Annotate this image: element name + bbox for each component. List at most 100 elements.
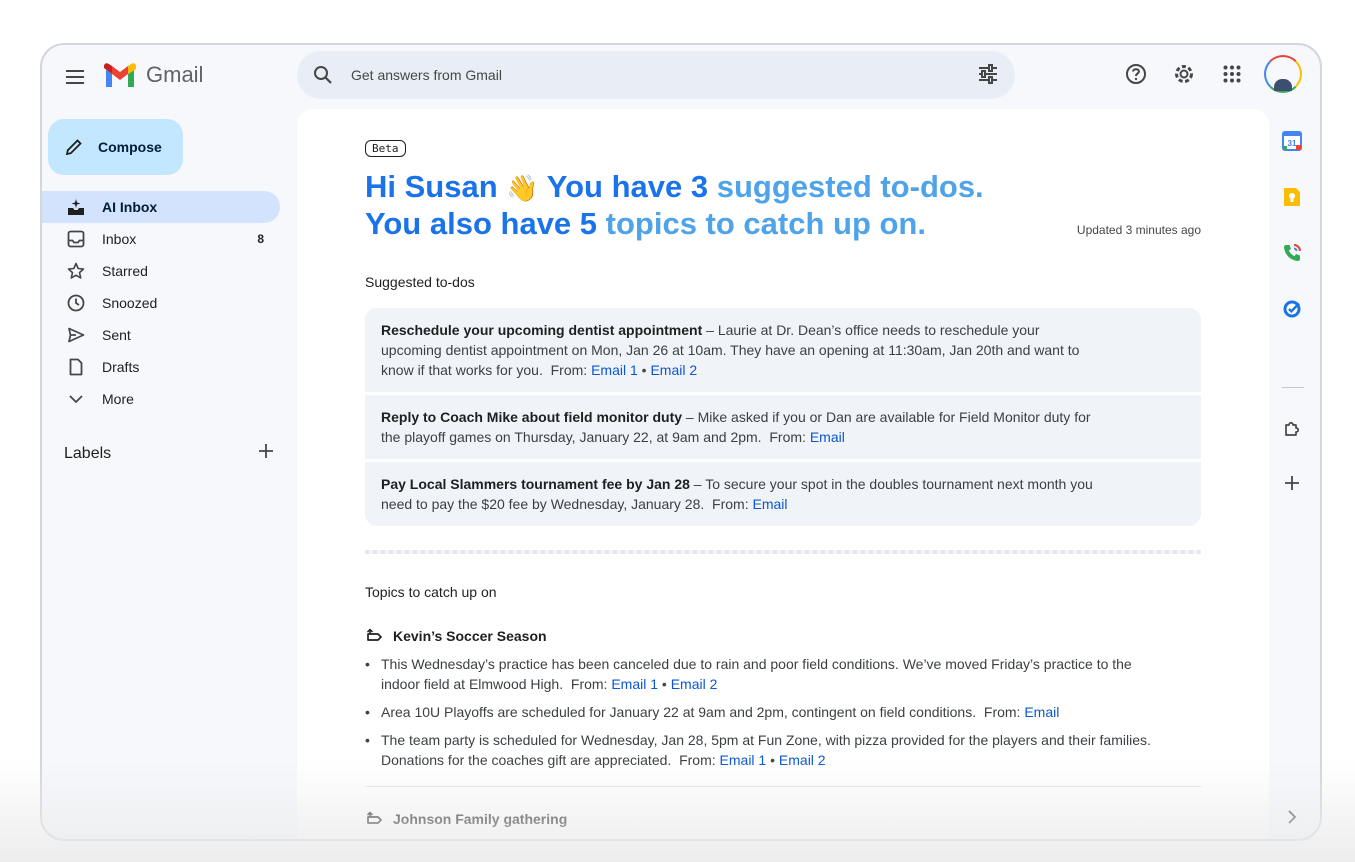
waving-hand-icon: 👋: [506, 173, 539, 203]
bullet-text: This Wednesday’s practice has been cance…: [381, 656, 1132, 692]
email-link[interactable]: Email 2: [779, 752, 826, 768]
sidebar-item-inbox[interactable]: Inbox 8: [42, 223, 280, 255]
sidebar-item-label: Starred: [102, 263, 148, 279]
todos-heading: Suggested to-dos: [365, 274, 475, 290]
bullet-text: The team party is scheduled for Wednesda…: [381, 732, 1151, 768]
addons-puzzle-icon[interactable]: [1278, 415, 1306, 443]
topic-bullet: This Wednesday’s practice has been cance…: [365, 654, 1165, 694]
sidebar-item-sent[interactable]: Sent: [42, 319, 280, 351]
email-link[interactable]: Email 1: [611, 676, 658, 692]
email-link[interactable]: Email: [810, 429, 845, 445]
top-bar: Gmail: [42, 45, 1320, 109]
bullet-from: From:: [570, 676, 608, 692]
sidebar-item-label: AI Inbox: [102, 199, 158, 215]
nav-list: AI Inbox Inbox 8 Starred Snoozed Sent Dr…: [42, 191, 280, 415]
search-icon[interactable]: [311, 63, 335, 87]
todo-card[interactable]: Reply to Coach Mike about field monitor …: [365, 395, 1201, 459]
sidebar-item-label: Snoozed: [102, 295, 158, 311]
todo-from: From:: [550, 362, 588, 378]
pencil-icon: [65, 139, 82, 156]
create-label-button[interactable]: [258, 443, 274, 464]
topic-header[interactable]: Kevin’s Soccer Season: [365, 628, 1201, 644]
sidebar-item-snoozed[interactable]: Snoozed: [42, 287, 280, 319]
topic-bullets: This Wednesday’s practice has been cance…: [365, 654, 1201, 770]
sidebar-item-label: Inbox: [102, 231, 137, 247]
add-icon[interactable]: [1278, 469, 1306, 497]
keep-icon[interactable]: [1278, 183, 1306, 211]
todo-title: Reply to Coach Mike about field monitor …: [381, 409, 683, 425]
sidebar-item-ai-inbox[interactable]: AI Inbox: [42, 191, 280, 223]
topic-bullet: Area 10U Playoffs are scheduled for Janu…: [365, 702, 1165, 722]
updated-timestamp: Updated 3 minutes ago: [1076, 223, 1201, 237]
email-link[interactable]: Email 2: [671, 676, 718, 692]
search-input[interactable]: [351, 67, 951, 83]
tasks-icon[interactable]: [1278, 295, 1306, 323]
calendar-icon[interactable]: 31: [1278, 127, 1306, 155]
chevron-right-icon[interactable]: [1278, 803, 1306, 831]
draft-file-icon: [66, 357, 86, 377]
greeting-line-1: Hi Susan 👋 You have 3 suggested to-dos.: [365, 169, 1201, 206]
main-menu-button[interactable]: [60, 61, 92, 93]
todo-card[interactable]: Reschedule your upcoming dentist appoint…: [365, 308, 1201, 392]
email-link[interactable]: Email 1: [720, 752, 767, 768]
topic-divider: [365, 786, 1201, 787]
greeting-line-2: You also have 5 topics to catch up on.: [365, 206, 1201, 242]
compose-label: Compose: [98, 139, 162, 155]
chevron-down-icon: [66, 389, 86, 409]
topics-heading: Topics to catch up on: [365, 584, 497, 600]
plus-icon: [259, 444, 273, 458]
todo-card[interactable]: Pay Local Slammers tournament fee by Jan…: [365, 462, 1201, 526]
topic-header[interactable]: Johnson Family gathering: [365, 811, 1201, 827]
todo-body: Pay Local Slammers tournament fee by Jan…: [381, 474, 1101, 514]
todo-list: Reschedule your upcoming dentist appoint…: [365, 308, 1201, 526]
todo-title: Reschedule your upcoming dentist appoint…: [381, 322, 703, 338]
todo-body: Reschedule your upcoming dentist appoint…: [381, 320, 1101, 380]
gmail-logo[interactable]: Gmail: [104, 62, 203, 88]
email-link[interactable]: Email: [1024, 704, 1059, 720]
help-icon[interactable]: [1120, 58, 1152, 90]
apps-grid-icon[interactable]: [1216, 58, 1248, 90]
compose-button[interactable]: Compose: [48, 119, 183, 175]
inbox-icon: [66, 229, 86, 249]
email-link[interactable]: Email 1: [591, 362, 638, 378]
settings-gear-icon[interactable]: [1168, 58, 1200, 90]
topic-thread-icon: [366, 811, 382, 824]
labels-heading: Labels: [64, 444, 112, 462]
beta-badge: Beta: [365, 140, 406, 157]
calendar-day: 31: [1288, 139, 1297, 148]
bullet-from: From:: [679, 752, 716, 768]
link-separator: •: [641, 362, 647, 378]
search-options-icon[interactable]: [977, 63, 1001, 87]
sidebar-item-label: Sent: [102, 327, 131, 343]
app-window: Gmail Compose: [40, 43, 1322, 841]
hamburger-icon: [66, 70, 84, 84]
link-separator: •: [770, 752, 776, 768]
send-icon: [66, 325, 86, 345]
inbox-unread-count: 8: [257, 232, 264, 246]
rail-divider: [1282, 387, 1304, 388]
greeting-headline: Hi Susan 👋 You have 3 suggested to-dos. …: [365, 169, 1201, 242]
ai-inbox-icon: [66, 197, 86, 217]
greeting-topic-link[interactable]: topics to catch up on.: [606, 206, 926, 241]
sidebar-item-drafts[interactable]: Drafts: [42, 351, 280, 383]
topic-title: Johnson Family gathering: [393, 811, 568, 827]
ai-inbox-panel: Beta Hi Susan 👋 You have 3 suggested to-…: [297, 109, 1269, 839]
section-divider: [365, 550, 1201, 554]
email-link[interactable]: Email 2: [650, 362, 697, 378]
bullet-from: From:: [983, 704, 1021, 720]
email-link[interactable]: Email: [753, 496, 788, 512]
top-right-icons: [1120, 55, 1302, 93]
greeting-todo-count: You have 3: [546, 169, 709, 204]
phone-icon[interactable]: [1278, 239, 1306, 267]
account-avatar[interactable]: [1264, 55, 1302, 93]
sidebar: Compose AI Inbox Inbox 8 Starred Snoozed: [42, 109, 297, 839]
todo-from: From:: [712, 496, 749, 512]
todo-title: Pay Local Slammers tournament fee by Jan…: [381, 476, 690, 492]
sidebar-item-more[interactable]: More: [42, 383, 280, 415]
sidebar-item-label: More: [102, 391, 134, 407]
search-bar[interactable]: [297, 51, 1015, 99]
clock-icon: [66, 293, 86, 313]
sidebar-item-starred[interactable]: Starred: [42, 255, 280, 287]
ai-inbox-content: Beta Hi Susan 👋 You have 3 suggested to-…: [365, 139, 1201, 827]
greeting-todo-link[interactable]: suggested to-dos.: [717, 169, 984, 204]
